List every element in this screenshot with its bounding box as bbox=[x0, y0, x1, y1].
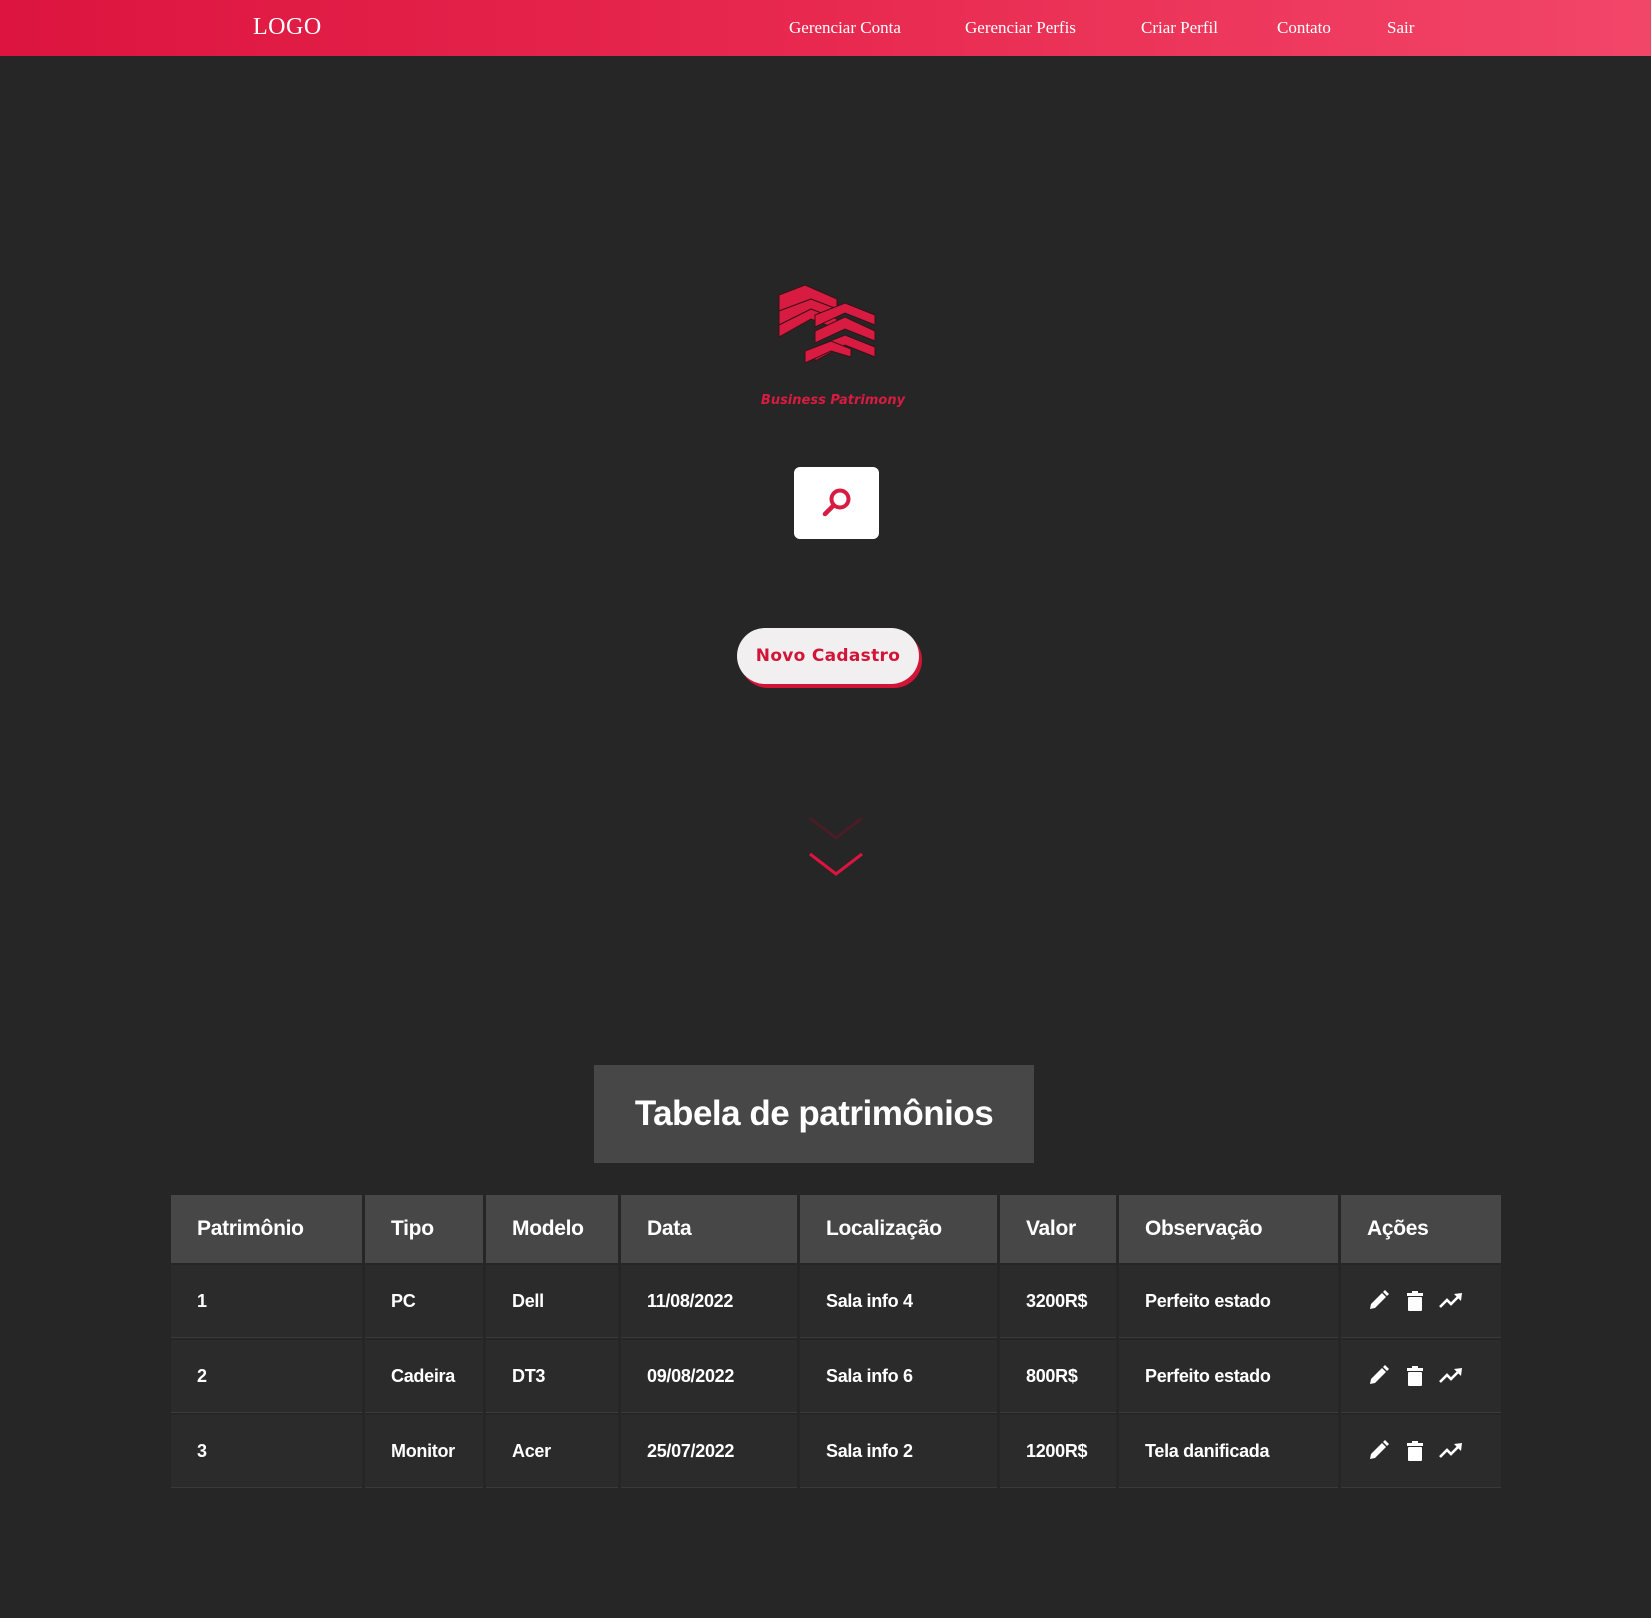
column-header-modelo: Modelo bbox=[486, 1195, 618, 1263]
pencil-icon[interactable] bbox=[1367, 1365, 1391, 1387]
cell-data: 09/08/2022 bbox=[621, 1340, 797, 1413]
brand-name: Business Patrimony bbox=[760, 393, 906, 408]
trash-icon[interactable] bbox=[1403, 1290, 1427, 1312]
cell-modelo: DT3 bbox=[486, 1340, 618, 1413]
novo-cadastro-button[interactable]: Novo Cadastro bbox=[737, 628, 919, 684]
cell-observacao: Tela danificada bbox=[1119, 1415, 1338, 1488]
pencil-icon[interactable] bbox=[1367, 1440, 1391, 1462]
column-header-patrimonio: Patrimônio bbox=[171, 1195, 362, 1263]
cell-patrimonio: 1 bbox=[171, 1265, 362, 1338]
cell-patrimonio: 2 bbox=[171, 1340, 362, 1413]
column-header-tipo: Tipo bbox=[365, 1195, 483, 1263]
cell-tipo: Monitor bbox=[365, 1415, 483, 1488]
nav-link-criar-perfil[interactable]: Criar Perfil bbox=[1141, 18, 1218, 38]
table-row: 1 PC Dell 11/08/2022 Sala info 4 3200R$ … bbox=[171, 1265, 1501, 1338]
column-header-data: Data bbox=[621, 1195, 797, 1263]
cell-valor: 800R$ bbox=[1000, 1340, 1116, 1413]
cell-data: 25/07/2022 bbox=[621, 1415, 797, 1488]
patrimony-table: Patrimônio Tipo Modelo Data Localização … bbox=[168, 1193, 1504, 1490]
table-row: 3 Monitor Acer 25/07/2022 Sala info 2 12… bbox=[171, 1415, 1501, 1488]
nav-link-sair[interactable]: Sair bbox=[1387, 18, 1414, 38]
column-header-acoes: Ações bbox=[1341, 1195, 1501, 1263]
column-header-observacao: Observação bbox=[1119, 1195, 1338, 1263]
table-row: 2 Cadeira DT3 09/08/2022 Sala info 6 800… bbox=[171, 1340, 1501, 1413]
nav-link-gerenciar-conta[interactable]: Gerenciar Conta bbox=[789, 18, 901, 38]
chevron-down-icon[interactable] bbox=[808, 852, 864, 880]
cell-patrimonio: 3 bbox=[171, 1415, 362, 1488]
pencil-icon[interactable] bbox=[1367, 1290, 1391, 1312]
cell-data: 11/08/2022 bbox=[621, 1265, 797, 1338]
cell-acoes bbox=[1341, 1415, 1501, 1488]
cell-modelo: Acer bbox=[486, 1415, 618, 1488]
trending-up-icon[interactable] bbox=[1439, 1440, 1463, 1462]
cell-localizacao: Sala info 6 bbox=[800, 1340, 997, 1413]
cell-acoes bbox=[1341, 1265, 1501, 1338]
cell-valor: 1200R$ bbox=[1000, 1415, 1116, 1488]
nav-logo[interactable]: LOGO bbox=[253, 14, 322, 41]
nav-link-gerenciar-perfis[interactable]: Gerenciar Perfis bbox=[965, 18, 1076, 38]
column-header-valor: Valor bbox=[1000, 1195, 1116, 1263]
table-title-panel: Tabela de patrimônios bbox=[594, 1065, 1034, 1163]
table-header-row: Patrimônio Tipo Modelo Data Localização … bbox=[171, 1195, 1501, 1263]
trash-icon[interactable] bbox=[1403, 1365, 1427, 1387]
brand-logo-icon bbox=[778, 285, 876, 364]
cell-acoes bbox=[1341, 1340, 1501, 1413]
table-title: Tabela de patrimônios bbox=[634, 1094, 994, 1133]
trending-up-icon[interactable] bbox=[1439, 1290, 1463, 1312]
trash-icon[interactable] bbox=[1403, 1440, 1427, 1462]
cell-localizacao: Sala info 2 bbox=[800, 1415, 997, 1488]
chevron-down-icon[interactable] bbox=[808, 816, 864, 844]
cell-tipo: Cadeira bbox=[365, 1340, 483, 1413]
top-navbar: LOGO Gerenciar Conta Gerenciar Perfis Cr… bbox=[0, 0, 1651, 56]
column-header-localizacao: Localização bbox=[800, 1195, 997, 1263]
search-button[interactable] bbox=[794, 467, 879, 539]
cell-observacao: Perfeito estado bbox=[1119, 1340, 1338, 1413]
trending-up-icon[interactable] bbox=[1439, 1365, 1463, 1387]
cell-observacao: Perfeito estado bbox=[1119, 1265, 1338, 1338]
nav-link-contato[interactable]: Contato bbox=[1277, 18, 1331, 38]
search-icon bbox=[822, 488, 850, 517]
cell-localizacao: Sala info 4 bbox=[800, 1265, 997, 1338]
cell-valor: 3200R$ bbox=[1000, 1265, 1116, 1338]
cell-modelo: Dell bbox=[486, 1265, 618, 1338]
cell-tipo: PC bbox=[365, 1265, 483, 1338]
